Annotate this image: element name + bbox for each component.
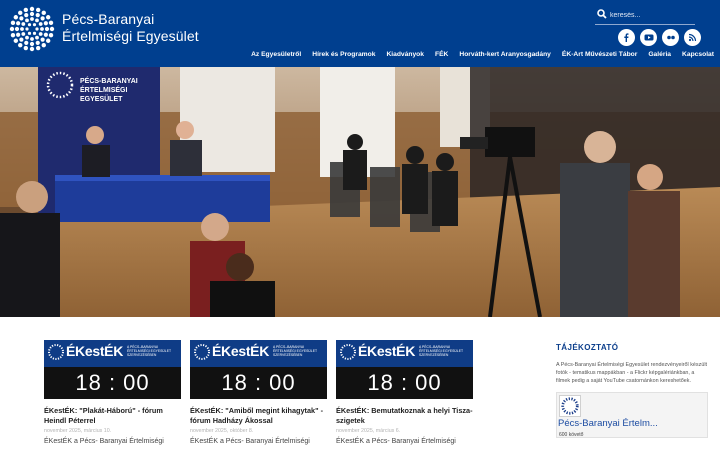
post-excerpt: ÉKestÉK a Pécs- Baranyai Értelmiségi <box>336 438 456 445</box>
nav-fek[interactable]: FÉK <box>435 51 448 58</box>
flickr-icon <box>666 35 675 40</box>
post-date: november 2025, március 6. <box>336 428 401 434</box>
site-title-line1: Pécs-Baranyai <box>62 11 155 27</box>
facebook-page-widget[interactable]: Pécs-Baranyai Értelm... 600 követő <box>556 392 708 439</box>
rss-icon <box>688 33 697 42</box>
thumbnail-title: ÉKestÉK <box>66 343 124 359</box>
thumbnail-subtitle: A PÉCS–BARANYAI ÉRTELMISÉGI EGYESÜLET SZ… <box>419 345 463 357</box>
post-title[interactable]: ÉKestÉK: "Amiből megint kihagytak" - fór… <box>190 406 327 426</box>
flickr-link[interactable] <box>662 29 679 46</box>
facebook-link[interactable] <box>618 29 635 46</box>
post-title[interactable]: ÉKestÉK: Bemutatkoznak a helyi Tisza-szi… <box>336 406 473 426</box>
post-card[interactable]: ÉKestÉK A PÉCS–BARANYAI ÉRTELMISÉGI EGYE… <box>336 340 473 445</box>
youtube-link[interactable] <box>640 29 657 46</box>
post-excerpt: ÉKestÉK a Pécs- Baranyai Értelmiségi <box>190 438 310 445</box>
sidebar-info: TÁJÉKOZTATÓ A Pécs-Baranyai Értelmiségi … <box>556 343 708 439</box>
post-thumbnail[interactable]: ÉKestÉK A PÉCS–BARANYAI ÉRTELMISÉGI EGYE… <box>336 340 473 399</box>
hero-banner-line1: PÉCS-BARANYAI <box>80 76 138 85</box>
post-thumbnail[interactable]: ÉKestÉK A PÉCS–BARANYAI ÉRTELMISÉGI EGYE… <box>190 340 327 399</box>
nav-about[interactable]: Az Egyesületről <box>251 51 301 58</box>
ek-logo-icon <box>48 344 64 360</box>
sidebar-text: A Pécs-Baranyai Értelmiségi Egyesület re… <box>556 362 708 385</box>
thumbnail-time: 18 : 00 <box>336 367 473 399</box>
nav-contact[interactable]: Kapcsolat <box>682 51 714 58</box>
main-nav: Az Egyesületről Hírek és Programok Kiadv… <box>251 51 714 58</box>
facebook-page-avatar <box>559 395 581 418</box>
ek-logo-icon <box>194 344 210 360</box>
nav-publications[interactable]: Kiadványok <box>386 51 424 58</box>
post-title[interactable]: ÉKestÉK: "Plakát-Háború" - fórum Heindl … <box>44 406 181 426</box>
youtube-icon <box>644 34 653 41</box>
facebook-follower-count: 600 követő <box>559 432 584 439</box>
rss-link[interactable] <box>684 29 701 46</box>
search-icon[interactable] <box>597 9 607 19</box>
post-date: november 2025, március 10. <box>44 428 112 434</box>
nav-ek-art[interactable]: ÉK-Art Művészeti Tábor <box>562 51 637 58</box>
search-box <box>595 6 695 25</box>
site-title-line2: Értelmiségi Egyesület <box>62 28 199 44</box>
thumbnail-time: 18 : 00 <box>190 367 327 399</box>
hero-banner-line3: EGYESÜLET <box>80 94 123 103</box>
post-card[interactable]: ÉKestÉK A PÉCS–BARANYAI ÉRTELMISÉGI EGYE… <box>190 340 327 445</box>
post-thumbnail[interactable]: ÉKestÉK A PÉCS–BARANYAI ÉRTELMISÉGI EGYE… <box>44 340 181 399</box>
thumbnail-time: 18 : 00 <box>44 367 181 399</box>
post-card[interactable]: ÉKestÉK A PÉCS–BARANYAI ÉRTELMISÉGI EGYE… <box>44 340 181 445</box>
hero-image: PÉCS-BARANYAI ÉRTELMISÉGI EGYESÜLET <box>0 67 720 317</box>
thumbnail-subtitle: A PÉCS–BARANYAI ÉRTELMISÉGI EGYESÜLET SZ… <box>127 345 171 357</box>
post-date: november 2025, október 8. <box>190 428 254 434</box>
nav-gallery[interactable]: Galéria <box>648 51 671 58</box>
sidebar-title: TÁJÉKOZTATÓ <box>556 343 619 352</box>
facebook-icon <box>624 33 629 42</box>
ek-logo-icon <box>340 344 356 360</box>
social-links <box>618 29 701 47</box>
nav-horvath-kert[interactable]: Horváth-kert Aranyosgadány <box>459 51 551 58</box>
facebook-page-name[interactable]: Pécs-Baranyai Értelm... <box>558 418 658 429</box>
site-header: Pécs-Baranyai Értelmiségi Egyesület Az E… <box>0 0 720 67</box>
search-input[interactable] <box>610 8 694 22</box>
hero-banner-line2: ÉRTELMISÉGI <box>80 85 128 94</box>
site-logo[interactable] <box>9 6 55 52</box>
hero-photo: PÉCS-BARANYAI ÉRTELMISÉGI EGYESÜLET <box>0 67 720 317</box>
thumbnail-subtitle: A PÉCS–BARANYAI ÉRTELMISÉGI EGYESÜLET SZ… <box>273 345 317 357</box>
thumbnail-title: ÉKestÉK <box>358 343 416 359</box>
post-excerpt: ÉKestÉK a Pécs- Baranyai Értelmiségi <box>44 438 164 445</box>
thumbnail-title: ÉKestÉK <box>212 343 270 359</box>
nav-news[interactable]: Hírek és Programok <box>312 51 375 58</box>
site-title[interactable]: Pécs-Baranyai Értelmiségi Egyesület <box>62 11 199 45</box>
